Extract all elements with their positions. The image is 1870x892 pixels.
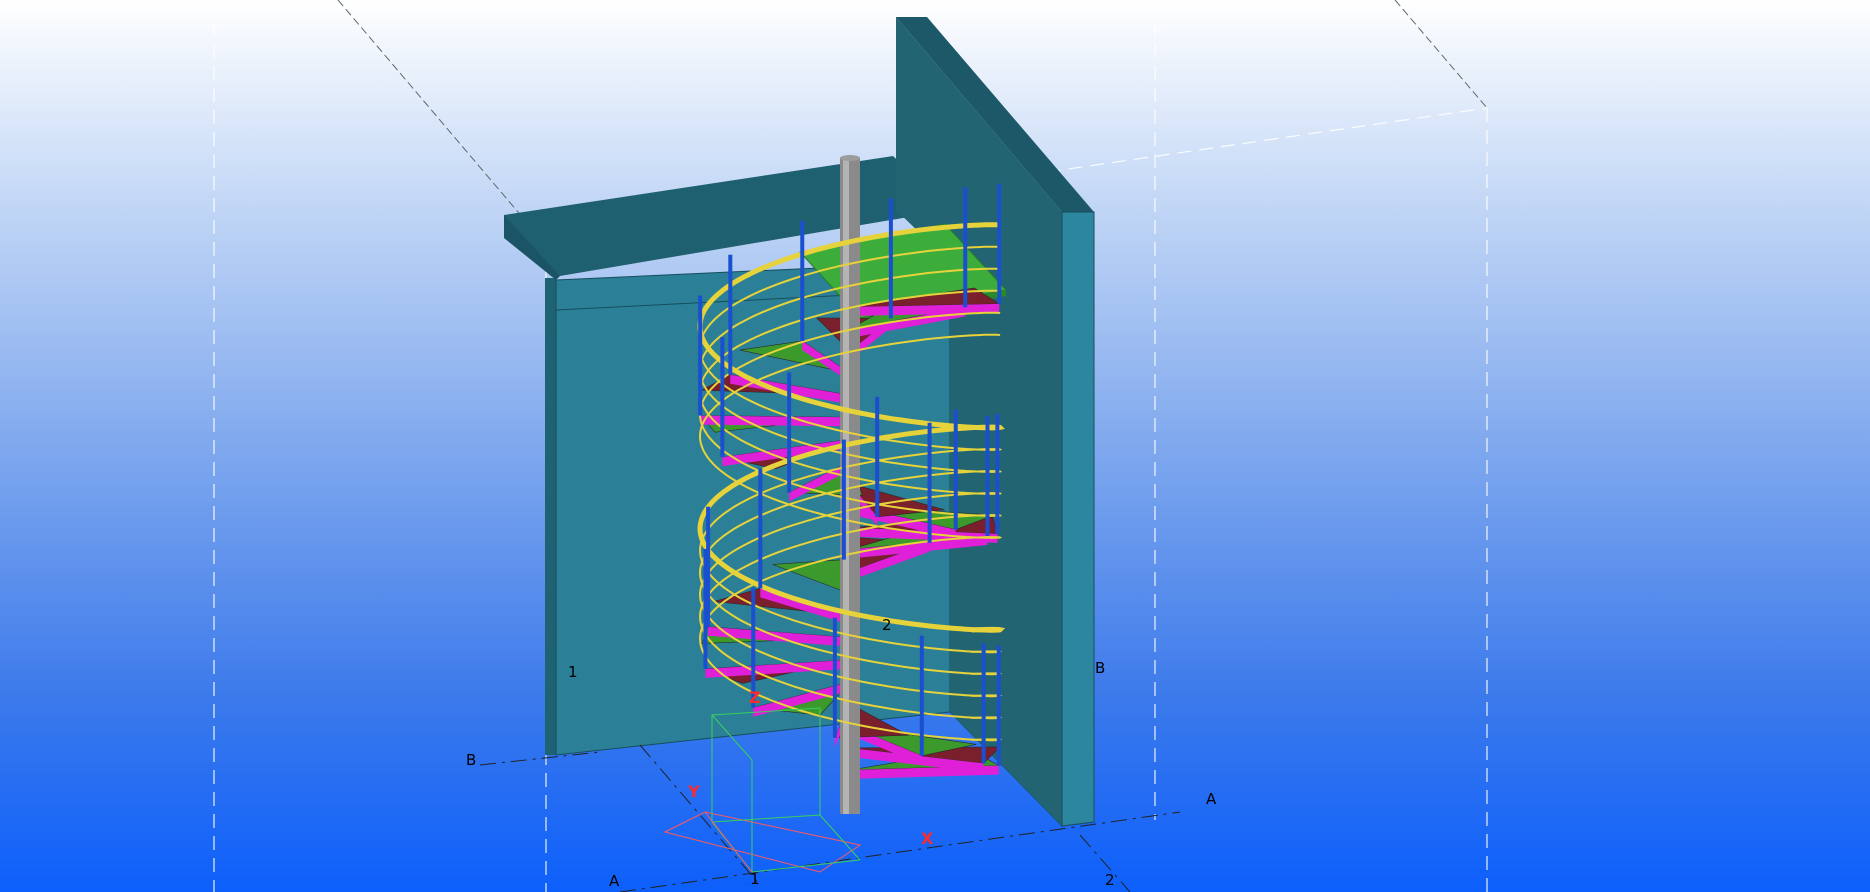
grid-label-a-right: A	[1206, 790, 1217, 808]
grid-label-b-right: B	[1095, 659, 1105, 677]
grid-label-2-bottom: 2	[1105, 871, 1115, 889]
grid-label-2-mid: 2	[882, 616, 892, 634]
grid-label-b-left: B	[466, 751, 476, 769]
3d-model-viewport[interactable]: 1 1 2 2 A A B B Z Y X	[0, 0, 1870, 892]
3d-scene[interactable]: 1 1 2 2 A A B B Z Y X	[0, 0, 1870, 892]
grid-label-1-bottom: 1	[750, 870, 760, 888]
axis-label-x: X	[921, 829, 934, 848]
grid-label-1-left: 1	[568, 663, 578, 681]
grid-label-a-bottom: A	[609, 872, 620, 890]
axis-label-z: Z	[749, 688, 761, 707]
axis-label-y: Y	[687, 782, 700, 801]
